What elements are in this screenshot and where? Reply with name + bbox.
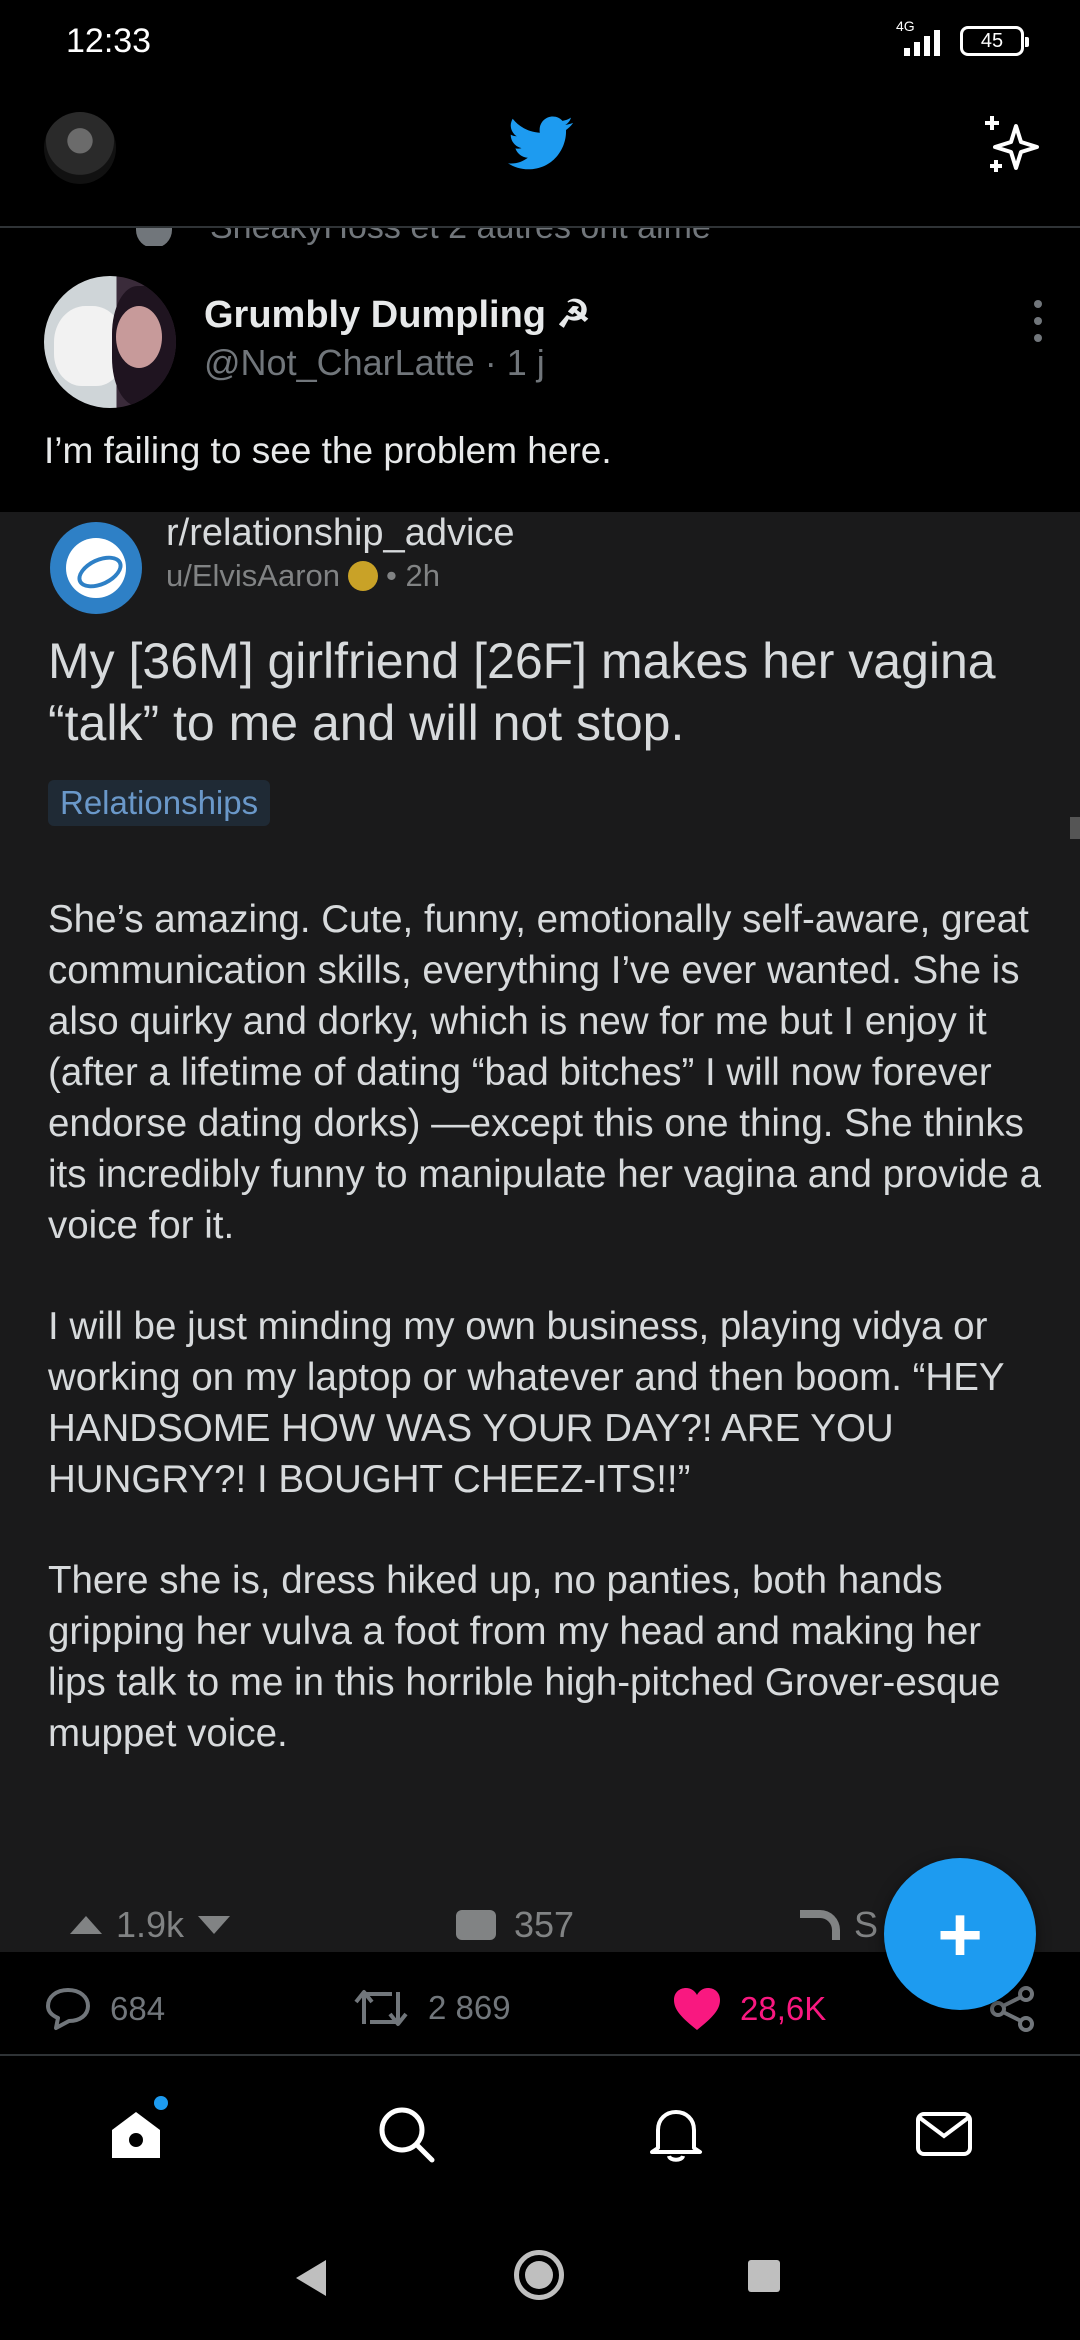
downvote-icon [198,1916,231,1934]
post-user-line: u/ElvisAaron • 2h [166,558,440,594]
more-options-icon[interactable] [1026,300,1050,342]
bell-icon [650,2110,702,2162]
nav-search[interactable] [374,2102,438,2166]
nav-home[interactable] [104,2096,168,2166]
share-arrow-icon [800,1910,840,1940]
like-button[interactable]: 28,6K [672,1986,826,2032]
avatar-face [116,306,162,368]
like-count: 28,6K [740,1990,827,2027]
scroll-indicator [1070,817,1080,839]
comment-icon [456,1910,496,1940]
top-bar [0,86,1080,228]
tweet-time: 1 j [506,342,545,383]
upvote-icon [70,1916,102,1934]
post-comments: 357 [456,1904,574,1946]
post-body: She’s amazing. Cute, funny, emotionally … [48,894,1048,1809]
home-circle-icon[interactable] [514,2250,564,2300]
thread-line-icon [136,228,172,246]
nav-notifications[interactable] [644,2102,708,2166]
tweet-media-image[interactable]: r/relationship_advice u/ElvisAaron • 2h … [0,512,1080,1952]
share-label: S [854,1904,879,1945]
tweet-author-avatar[interactable] [44,276,176,408]
signal-icon: 4G [892,18,942,56]
nav-messages[interactable] [912,2102,976,2166]
status-time: 12:33 [66,22,152,60]
dot-separator: · [484,342,497,383]
system-navigation [0,2208,1080,2340]
subreddit-logo-icon [50,522,142,614]
social-context-text: SneakyHoss et 2 autres ont aimé [210,228,711,246]
reply-count: 684 [110,1990,166,2027]
vote-count: 1.9k [116,1904,185,1945]
social-context-cutoff: SneakyHoss et 2 autres ont aimé [0,228,1080,246]
retweet-count: 2 869 [428,1989,511,2026]
reply-button[interactable]: 684 [44,1986,165,2032]
author-display-name[interactable]: Grumbly Dumpling ☭ [204,292,591,337]
sparkle-icon[interactable] [978,112,1044,178]
bottom-navigation [0,2058,1080,2208]
author-handle[interactable]: @Not_CharLatte [204,342,475,383]
post-title: My [36M] girlfriend [26F] makes her vagi… [48,633,996,751]
retweet-icon [354,1990,408,2026]
battery-icon: 45 [960,26,1029,56]
back-icon[interactable] [296,2260,326,2296]
heart-filled-icon [674,1988,720,2030]
twitter-bird-icon[interactable] [508,116,574,172]
network-type: 4G [896,18,915,34]
tweet-text: I’m failing to see the problem here. [44,430,612,471]
profile-avatar-button[interactable] [44,112,116,184]
post-flair: Relationships [48,780,271,826]
home-icon [112,2112,160,2158]
mail-icon [916,2112,972,2156]
recent-apps-icon[interactable] [748,2260,780,2292]
notification-dot-icon [154,2096,168,2110]
subreddit-name: r/relationship_advice [166,512,515,554]
retweet-button[interactable]: 2 869 [352,1986,511,2030]
plus-icon: + [937,1890,983,1978]
post-votes: 1.9k [70,1904,231,1946]
post-share: S [800,1904,878,1946]
post-paragraph: I will be just minding my own business, … [48,1305,1004,1501]
post-username: u/ElvisAaron [166,558,341,593]
post-age: • 2h [386,558,440,593]
comment-count: 357 [514,1904,575,1945]
status-icons: 4G 45 [892,18,1029,56]
status-bar: 12:33 4G 45 [0,0,1080,86]
post-paragraph: She’s amazing. Cute, funny, emotionally … [48,898,1042,1247]
award-icon [348,561,379,591]
author-handle-line: @Not_CharLatte · 1 j [204,342,545,384]
battery-level: 45 [980,29,1004,52]
search-icon [379,2107,435,2163]
post-paragraph: There she is, dress hiked up, no panties… [48,1559,1001,1755]
reply-icon [46,1988,90,2030]
compose-tweet-button[interactable]: + [884,1858,1036,2010]
